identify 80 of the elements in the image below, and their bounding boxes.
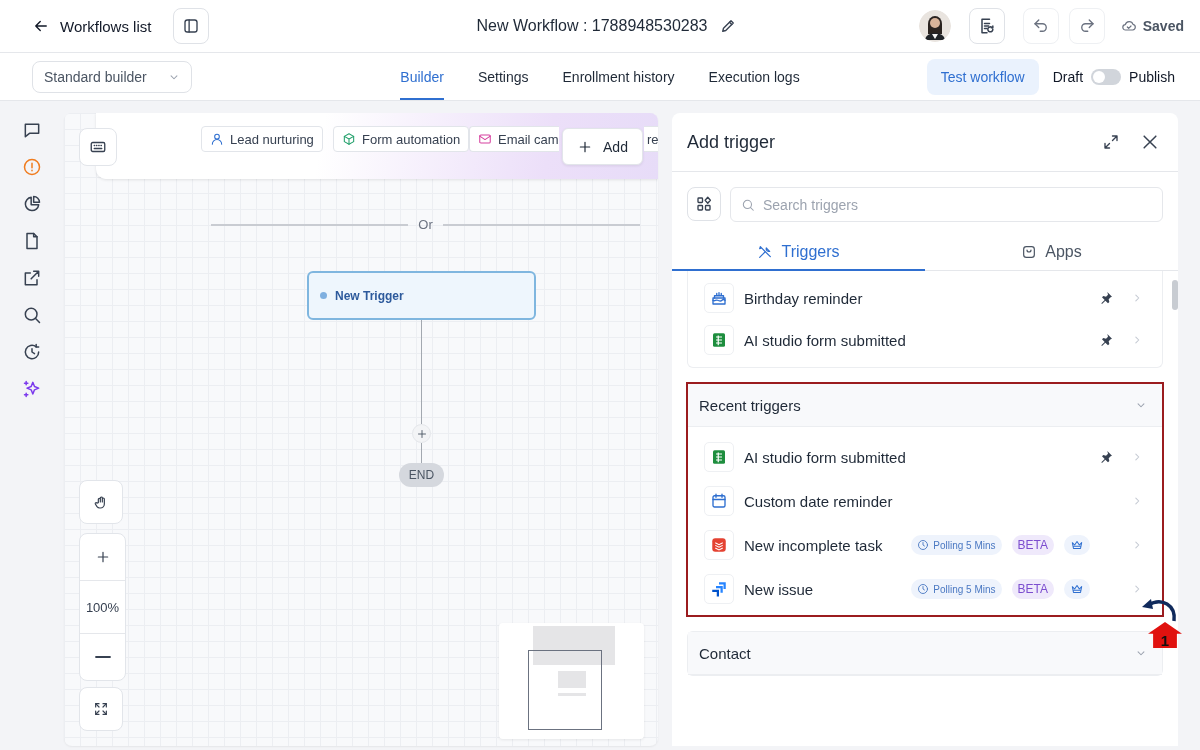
- view-tab[interactable]: Settings: [477, 53, 529, 100]
- pie-chart-icon: [22, 194, 42, 214]
- end-node: END: [399, 463, 444, 487]
- clock-icon: [917, 583, 930, 595]
- scrollbar-thumb[interactable]: [1172, 280, 1178, 310]
- trigger-item[interactable]: New incomplete task Polling 5 Mins BETA: [688, 523, 1162, 567]
- pan-tool-button[interactable]: [79, 480, 123, 524]
- trigger-item[interactable]: New issue Polling 5 Mins BETA: [688, 567, 1162, 611]
- polling-badge: Polling 5 Mins: [911, 535, 1002, 555]
- undo-icon: [1031, 17, 1050, 35]
- minimap-node: [558, 671, 586, 688]
- fit-view-icon: [93, 701, 109, 717]
- connector-line: [421, 443, 422, 463]
- trigger-item[interactable]: Birthday reminder: [688, 277, 1162, 319]
- sheet-icon: [710, 331, 728, 349]
- divider-label: Or: [418, 217, 433, 232]
- search-field[interactable]: Search triggers: [730, 187, 1163, 222]
- version-history-button[interactable]: [968, 8, 1005, 44]
- bag-icon: [1021, 244, 1038, 260]
- template-chip[interactable]: Form automation: [333, 126, 470, 152]
- draft-label: Draft: [1052, 68, 1084, 85]
- tools-icon: [757, 244, 774, 260]
- redo-button[interactable]: [1068, 8, 1105, 44]
- save-status: Saved: [1142, 18, 1184, 34]
- view-tab[interactable]: Enrollment history: [562, 53, 675, 100]
- fit-view-button[interactable]: [79, 687, 123, 731]
- step-marker: 1: [1148, 622, 1182, 648]
- template-chip[interactable]: Lead nurturing: [201, 126, 323, 152]
- polling-badge: Polling 5 Mins: [911, 579, 1002, 599]
- avatar[interactable]: [918, 10, 951, 42]
- cube-icon: [342, 132, 356, 146]
- alert-icon: [22, 157, 42, 177]
- minus-icon: [94, 655, 111, 659]
- test-workflow-button[interactable]: Test workflow: [926, 58, 1039, 95]
- panel-title: Add trigger: [687, 131, 777, 153]
- expand-icon: [1102, 133, 1120, 151]
- cake-icon: [710, 289, 728, 307]
- undo-button[interactable]: [1022, 8, 1059, 44]
- person-icon: [210, 132, 224, 146]
- cloud-check-icon: [1120, 18, 1137, 34]
- search-icon: [22, 305, 42, 325]
- view-tab[interactable]: Execution logs: [708, 53, 800, 100]
- task-app-icon: [710, 536, 728, 554]
- section-header[interactable]: Contact: [688, 632, 1162, 675]
- keyboard-shortcuts-button[interactable]: [79, 128, 117, 166]
- grid-icon: [695, 195, 713, 213]
- publish-label: Publish: [1129, 68, 1175, 85]
- zoom-level: 100%: [80, 580, 125, 634]
- mail-icon: [478, 132, 492, 146]
- crown-icon: [1070, 582, 1084, 596]
- calendar-icon: [710, 492, 728, 510]
- trigger-item[interactable]: Custom date reminder: [688, 479, 1162, 523]
- template-chip[interactable]: Email cam: [469, 126, 559, 152]
- trigger-node[interactable]: New Trigger: [307, 271, 536, 320]
- panel-tab[interactable]: Apps: [925, 235, 1178, 271]
- publish-toggle[interactable]: [1091, 68, 1122, 85]
- issue-app-icon: [710, 580, 728, 598]
- panel-tab[interactable]: Triggers: [672, 235, 925, 271]
- back-link[interactable]: Workflows list: [32, 17, 152, 35]
- sidebar-icon: [182, 17, 201, 35]
- crown-icon: [1070, 538, 1084, 552]
- trigger-item[interactable]: AI studio form submitted: [688, 435, 1162, 479]
- workflow-title: New Workflow : 1788948530283: [476, 17, 708, 35]
- chat-icon: [22, 120, 42, 140]
- beta-badge: BETA: [1011, 579, 1054, 599]
- trigger-item[interactable]: AI studio form submitted: [688, 319, 1162, 361]
- sparkle-icon: [22, 379, 42, 399]
- sidebar-toggle-button[interactable]: [173, 8, 210, 44]
- plus-icon: [415, 427, 428, 440]
- external-link-icon: [22, 268, 42, 288]
- clock-icon: [917, 539, 930, 551]
- search-icon: [741, 197, 755, 212]
- template-chip[interactable]: re: [644, 126, 658, 152]
- sheet-icon: [710, 448, 728, 466]
- add-button[interactable]: Add: [562, 128, 643, 165]
- beta-badge: BETA: [1011, 535, 1054, 555]
- section-header[interactable]: Recent triggers: [688, 384, 1162, 427]
- builder-mode-dropdown[interactable]: Standard builder: [32, 60, 192, 93]
- categories-button[interactable]: [687, 187, 721, 221]
- history-icon: [22, 342, 42, 362]
